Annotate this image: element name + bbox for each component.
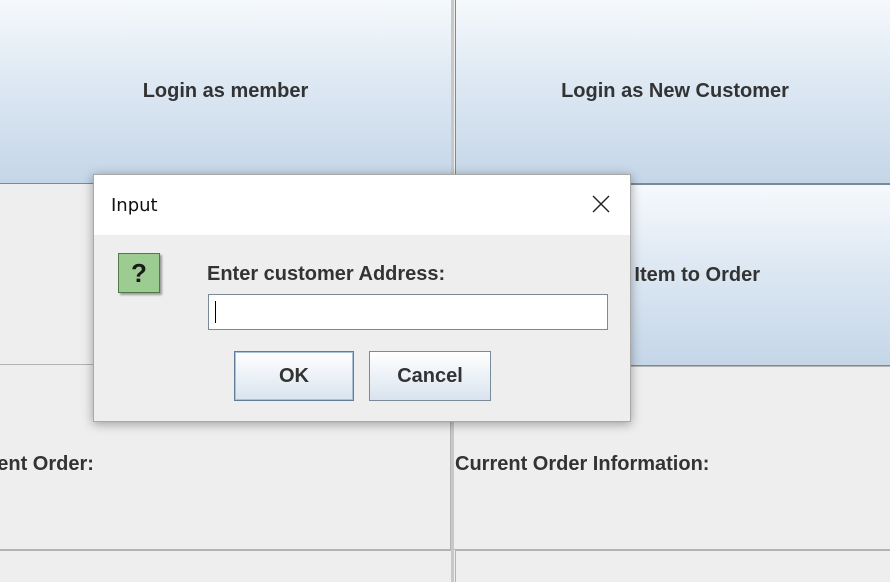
current-order-info-label: Current Order Information: bbox=[455, 453, 710, 475]
input-dialog: Input ? Enter customer Address: OK Cance… bbox=[93, 174, 631, 422]
dialog-titlebar: Input bbox=[94, 175, 630, 235]
login-member-button[interactable]: Login as member bbox=[0, 0, 453, 184]
cancel-label: Cancel bbox=[397, 364, 463, 387]
cancel-button[interactable]: Cancel bbox=[369, 351, 491, 401]
current-order-label: Current Order: bbox=[0, 453, 94, 475]
close-button[interactable] bbox=[584, 187, 618, 221]
bottom-panel-right bbox=[455, 550, 890, 582]
close-icon bbox=[592, 195, 610, 213]
ok-button[interactable]: OK bbox=[234, 351, 354, 401]
login-new-customer-button[interactable]: Login as New Customer bbox=[455, 0, 890, 184]
bottom-panel-left bbox=[0, 550, 453, 582]
address-input[interactable] bbox=[208, 294, 608, 330]
address-prompt-label: Enter customer Address: bbox=[207, 263, 446, 285]
text-caret bbox=[215, 301, 216, 323]
login-new-customer-label: Login as New Customer bbox=[561, 79, 789, 102]
login-member-label: Login as member bbox=[142, 79, 309, 102]
question-icon: ? bbox=[118, 253, 160, 293]
ok-label: OK bbox=[279, 364, 309, 387]
dialog-title: Input bbox=[111, 195, 158, 216]
app-window: Login as member Login as New Customer Ad… bbox=[0, 0, 890, 582]
